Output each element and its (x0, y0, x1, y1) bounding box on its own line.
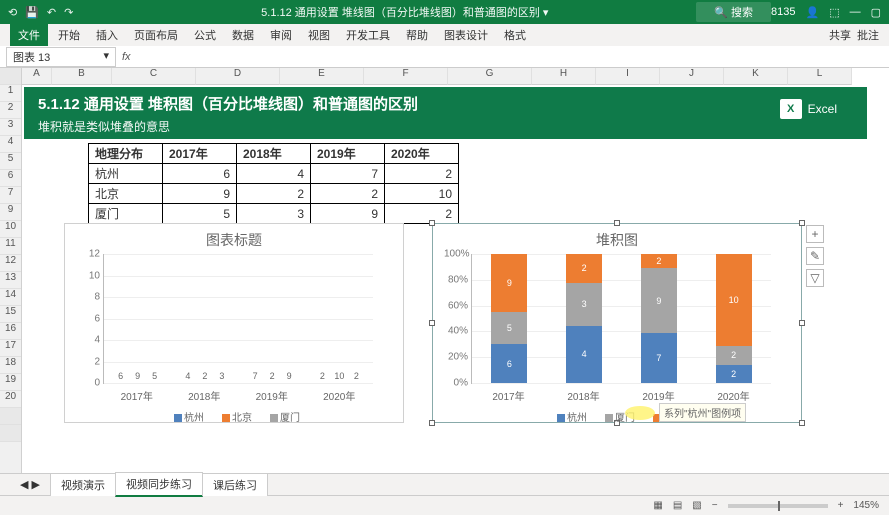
redo-icon[interactable]: ↷ (64, 6, 73, 19)
view-page-icon[interactable]: ▤ (673, 500, 682, 511)
banner-title: 5.1.12 通用设置 堆积图（百分比堆线图）和普通图的区别 (38, 93, 853, 114)
tab-开始[interactable]: 开始 (50, 24, 88, 46)
user-avatar[interactable]: 👤 (805, 6, 819, 19)
data-table[interactable]: 地理分布2017年2018年2019年2020年杭州6472北京92210厦门5… (88, 143, 459, 224)
tab-nav-prev[interactable]: ◀ ▶ (20, 478, 40, 491)
search-input[interactable]: 🔍 搜索 (696, 2, 771, 22)
tab-页面布局[interactable]: 页面布局 (126, 24, 186, 46)
view-normal-icon[interactable]: ▦ (653, 500, 662, 511)
tab-图表设计[interactable]: 图表设计 (436, 24, 496, 46)
save-icon[interactable]: 💾 (25, 6, 39, 19)
chart-side-tools: + ✎ ▽ (806, 225, 824, 287)
legend-item[interactable]: 杭州 (551, 413, 587, 424)
status-bar: ▦ ▤ ▧ − + 145% (0, 495, 889, 515)
formula-bar: 图表 13▾ fx (0, 46, 889, 68)
autosave-icon[interactable]: ⟲ (8, 6, 17, 19)
comments-button[interactable]: 批注 (857, 27, 879, 43)
name-box[interactable]: 图表 13▾ (6, 47, 116, 67)
titlebar: ⟲ 💾 ↶ ↷ 5.1.12 通用设置 堆线图（百分比堆线图）和普通图的区别 ▾… (0, 0, 889, 24)
sheet-tabs[interactable]: ◀ ▶ 视频演示视频同步练习课后练习 (0, 473, 889, 495)
sheet-tab[interactable]: 视频同步练习 (115, 472, 203, 497)
tab-公式[interactable]: 公式 (186, 24, 224, 46)
sheet-tab[interactable]: 课后练习 (202, 473, 268, 496)
chart-styles-button[interactable]: ✎ (806, 247, 824, 265)
tab-格式[interactable]: 格式 (496, 24, 534, 46)
undo-icon[interactable]: ↶ (47, 6, 56, 19)
search-icon: 🔍 (714, 7, 728, 19)
legend-tooltip: 系列"杭州"图例项 (659, 403, 746, 422)
view-break-icon[interactable]: ▧ (692, 500, 701, 511)
ribbon-tabs: 文件 开始插入页面布局公式数据审阅视图开发工具帮助图表设计格式 共享 批注 (0, 24, 889, 46)
tab-file[interactable]: 文件 (10, 24, 48, 46)
tab-帮助[interactable]: 帮助 (398, 24, 436, 46)
zoom-level[interactable]: 145% (853, 500, 879, 511)
chart-stacked[interactable]: 堆积图 0%20%40%60%80%100%6594327922210 2017… (432, 223, 802, 423)
window-icon[interactable]: ▢ (871, 6, 881, 19)
chart1-title: 图表标题 (65, 224, 403, 252)
row-headers[interactable]: 123456791011121314151617181920 (0, 68, 22, 473)
zoom-out-icon[interactable]: − (712, 500, 718, 511)
ribbon-mode-icon[interactable]: ⬚ (829, 6, 839, 19)
chart-filter-button[interactable]: ▽ (806, 269, 824, 287)
chevron-down-icon[interactable]: ▾ (103, 49, 109, 65)
zoom-in-icon[interactable]: + (838, 500, 844, 511)
tab-审阅[interactable]: 审阅 (262, 24, 300, 46)
cursor-highlight (625, 406, 655, 420)
chart2-title: 堆积图 (433, 224, 801, 252)
tab-数据[interactable]: 数据 (224, 24, 262, 46)
banner-subtitle: 堆积就是类似堆叠的意思 (38, 118, 853, 135)
zoom-slider[interactable] (728, 504, 828, 508)
chart-clustered[interactable]: 图表标题 0246810126954237292102 2017年2018年20… (64, 223, 404, 423)
minimize-icon[interactable]: — (850, 6, 861, 18)
chart-elements-button[interactable]: + (806, 225, 824, 243)
sheet-tab[interactable]: 视频演示 (50, 473, 116, 496)
document-title[interactable]: 5.1.12 通用设置 堆线图（百分比堆线图）和普通图的区别 ▾ (113, 4, 696, 20)
tab-开发工具[interactable]: 开发工具 (338, 24, 398, 46)
tab-插入[interactable]: 插入 (88, 24, 126, 46)
user-label[interactable]: 8135 (771, 6, 795, 18)
tab-视图[interactable]: 视图 (300, 24, 338, 46)
worksheet-canvas[interactable]: 5.1.12 通用设置 堆积图（百分比堆线图）和普通图的区别 堆积就是类似堆叠的… (22, 85, 889, 473)
title-banner: 5.1.12 通用设置 堆积图（百分比堆线图）和普通图的区别 堆积就是类似堆叠的… (24, 87, 867, 139)
share-button[interactable]: 共享 (829, 27, 851, 43)
excel-icon: X (780, 99, 802, 119)
fx-icon[interactable]: fx (122, 51, 131, 63)
column-headers[interactable]: ABCDEFGHIJKL (22, 68, 889, 85)
